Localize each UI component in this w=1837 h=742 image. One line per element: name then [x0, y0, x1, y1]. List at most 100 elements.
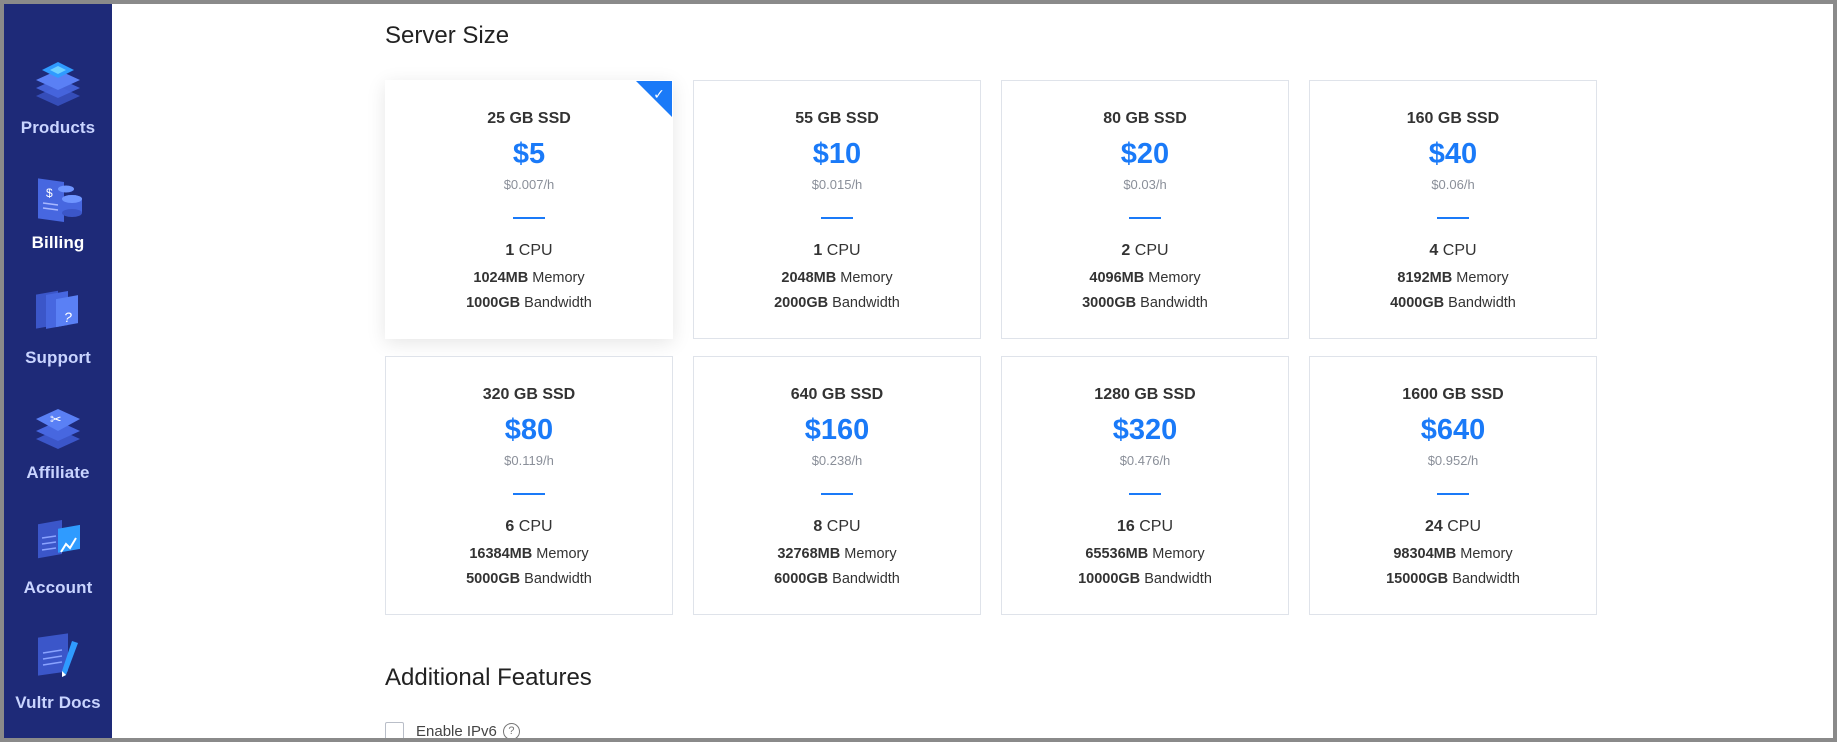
- memory-spec: 32768MB Memory: [694, 546, 980, 562]
- monthly-price: $80: [504, 414, 554, 446]
- bandwidth-unit: Bandwidth: [832, 571, 900, 587]
- bandwidth-spec: 15000GB Bandwidth: [1310, 571, 1596, 587]
- billing-icon: $: [38, 178, 82, 223]
- section-title-server-size: Server Size: [385, 22, 510, 49]
- divider: [513, 217, 545, 219]
- server-size-card[interactable]: 80 GB SSD $20 $0.03/h 2 CPU 4096MB Memor…: [1001, 80, 1289, 339]
- memory-amount: 32768MB: [777, 546, 841, 562]
- cpu-count: 24: [1424, 518, 1443, 535]
- main-content: Server Size ✓ 25 GB SSD $5 $0.007/h 1 CP…: [112, 4, 1833, 738]
- memory-spec: 16384MB Memory: [386, 546, 672, 562]
- server-size-card[interactable]: 640 GB SSD $160 $0.238/h 8 CPU 32768MB M…: [693, 356, 981, 615]
- memory-spec: 98304MB Memory: [1310, 546, 1596, 562]
- memory-amount: 98304MB: [1393, 546, 1457, 562]
- sidebar-item-vultr-docs[interactable]: Vultr Docs: [4, 619, 112, 729]
- section-title-additional-features: Additional Features: [385, 664, 592, 691]
- server-size-card[interactable]: 320 GB SSD $80 $0.119/h 6 CPU 16384MB Me…: [385, 356, 673, 615]
- sidebar-item-affiliate[interactable]: ✂ Affiliate: [4, 389, 112, 499]
- cpu-unit: CPU: [1447, 518, 1482, 535]
- storage-label: 25 GB SSD: [487, 110, 571, 127]
- memory-spec: 65536MB Memory: [1002, 546, 1288, 562]
- cpu-unit: CPU: [518, 518, 553, 535]
- divider: [821, 493, 853, 495]
- monthly-price: $20: [1120, 138, 1170, 170]
- bandwidth-amount: 2000GB: [774, 295, 829, 311]
- cpu-count: 1: [505, 242, 515, 259]
- bandwidth-spec: 3000GB Bandwidth: [1002, 295, 1288, 311]
- bandwidth-unit: Bandwidth: [832, 295, 900, 311]
- cpu-unit: CPU: [1134, 242, 1169, 259]
- layers-icon: [36, 62, 80, 106]
- bandwidth-unit: Bandwidth: [524, 571, 592, 587]
- server-size-card[interactable]: 1280 GB SSD $320 $0.476/h 16 CPU 65536MB…: [1001, 356, 1289, 615]
- cpu-spec: 1 CPU: [694, 242, 980, 260]
- account-icon: [38, 520, 80, 559]
- question-circle-icon[interactable]: ?: [502, 723, 520, 738]
- bandwidth-amount: 4000GB: [1390, 295, 1445, 311]
- cpu-unit: CPU: [518, 242, 553, 259]
- server-size-grid: ✓ 25 GB SSD $5 $0.007/h 1 CPU 1024MB Mem…: [385, 80, 1597, 615]
- cpu-unit: CPU: [826, 518, 861, 535]
- affiliate-icon: ✂: [36, 409, 80, 449]
- sidebar-item-label: Affiliate: [26, 463, 90, 482]
- memory-amount: 8192MB: [1397, 270, 1453, 286]
- bandwidth-unit: Bandwidth: [524, 295, 592, 311]
- hourly-price: $0.952/h: [1427, 453, 1479, 468]
- svg-text:?: ?: [64, 309, 72, 325]
- cpu-spec: 1 CPU: [386, 242, 672, 260]
- sidebar-item-billing[interactable]: $ Billing: [4, 159, 112, 269]
- monthly-price: $10: [812, 138, 862, 170]
- cpu-count: 6: [505, 518, 515, 535]
- sidebar-item-label: Billing: [31, 233, 85, 252]
- cpu-spec: 6 CPU: [386, 518, 672, 536]
- memory-unit: Memory: [1460, 546, 1513, 562]
- sidebar-item-account[interactable]: Account: [4, 504, 112, 614]
- cpu-count: 4: [1429, 242, 1439, 259]
- storage-label: 160 GB SSD: [1406, 110, 1500, 127]
- server-size-card[interactable]: ✓ 25 GB SSD $5 $0.007/h 1 CPU 1024MB Mem…: [385, 80, 673, 339]
- storage-label: 1600 GB SSD: [1402, 386, 1504, 403]
- storage-label: 640 GB SSD: [790, 386, 884, 403]
- ipv6-checkbox[interactable]: [385, 722, 404, 738]
- sidebar-item-label: Account: [23, 578, 93, 597]
- memory-spec: 2048MB Memory: [694, 270, 980, 286]
- sidebar-item-label: Support: [25, 348, 91, 367]
- bandwidth-unit: Bandwidth: [1140, 295, 1208, 311]
- app-window: Products $ Billing ? Support ✂ Affiliate…: [4, 4, 1833, 738]
- sidebar: Products $ Billing ? Support ✂ Affiliate…: [4, 4, 112, 738]
- ipv6-label[interactable]: Enable IPv6: [416, 723, 497, 738]
- monthly-price: $160: [804, 414, 870, 446]
- sidebar-item-label: Products: [20, 118, 96, 137]
- storage-label: 1280 GB SSD: [1094, 386, 1196, 403]
- divider: [513, 493, 545, 495]
- bandwidth-amount: 15000GB: [1386, 571, 1449, 587]
- sidebar-item-support[interactable]: ? Support: [4, 274, 112, 384]
- cpu-unit: CPU: [1139, 518, 1174, 535]
- sidebar-item-products[interactable]: Products: [4, 44, 112, 154]
- memory-unit: Memory: [1152, 546, 1205, 562]
- cpu-count: 16: [1116, 518, 1135, 535]
- memory-amount: 16384MB: [469, 546, 533, 562]
- bandwidth-unit: Bandwidth: [1448, 295, 1516, 311]
- bandwidth-unit: Bandwidth: [1144, 571, 1212, 587]
- server-size-card[interactable]: 160 GB SSD $40 $0.06/h 4 CPU 8192MB Memo…: [1309, 80, 1597, 339]
- monthly-price: $5: [512, 138, 546, 170]
- cpu-spec: 24 CPU: [1310, 518, 1596, 536]
- monthly-price: $320: [1112, 414, 1178, 446]
- server-size-card[interactable]: 55 GB SSD $10 $0.015/h 1 CPU 2048MB Memo…: [693, 80, 981, 339]
- cpu-spec: 2 CPU: [1002, 242, 1288, 260]
- hourly-price: $0.007/h: [503, 177, 555, 192]
- server-size-card[interactable]: 1600 GB SSD $640 $0.952/h 24 CPU 98304MB…: [1309, 356, 1597, 615]
- divider: [821, 217, 853, 219]
- memory-unit: Memory: [1148, 270, 1201, 286]
- divider: [1129, 493, 1161, 495]
- memory-unit: Memory: [840, 270, 893, 286]
- bandwidth-spec: 1000GB Bandwidth: [386, 295, 672, 311]
- memory-amount: 1024MB: [473, 270, 529, 286]
- bandwidth-amount: 10000GB: [1078, 571, 1141, 587]
- hourly-price: $0.015/h: [811, 177, 863, 192]
- bandwidth-spec: 4000GB Bandwidth: [1310, 295, 1596, 311]
- cpu-count: 8: [813, 518, 823, 535]
- hourly-price: $0.06/h: [1431, 177, 1475, 192]
- bandwidth-unit: Bandwidth: [1452, 571, 1520, 587]
